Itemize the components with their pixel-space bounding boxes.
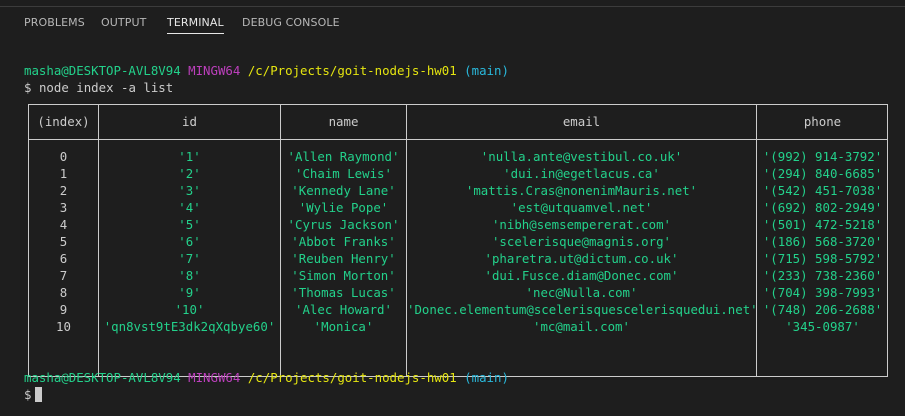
table-cell-name: 'Allen Raymond' [287,149,400,164]
tab-terminal[interactable]: TERMINAL [167,16,224,34]
prompt-host: MINGW64 [188,63,241,78]
table-cell-name: 'Reuben Henry' [291,251,396,266]
table-cell-index: 6 [59,251,68,266]
column-index: 0 1 2 3 4 5 6 7 8 9 10 [29,148,98,335]
table-cell-email: 'Donec.elementum@scelerisquescelerisqued… [407,302,758,317]
table-cell-phone: '345-0987' [785,319,860,334]
table-cell-id: '1' [178,149,201,164]
tab-output[interactable]: OUTPUT [101,16,146,29]
column-name: 'Allen Raymond' 'Chaim Lewis' 'Kennedy Lan… [281,148,406,335]
table-cell-phone: '(233) 738-2360' [762,268,883,283]
header-index: (index) [37,114,90,129]
panel-tab-bar: PROBLEMS OUTPUT TERMINAL DEBUG CONSOLE [0,6,905,36]
table-cell-email: 'scelerisque@magnis.org' [491,234,672,249]
header-id: id [182,114,197,129]
table-cell-name: 'Simon Morton' [291,268,396,283]
table-cell-email: 'mc@mail.com' [533,319,630,334]
table-cell-id: '5' [178,217,201,232]
table-cell-email: 'mattis.Cras@nonenimMauris.net' [465,183,698,198]
table-cell-id: '2' [178,166,201,181]
table-cell-phone: '(542) 451-7038' [762,183,883,198]
table-cell-name: 'Thomas Lucas' [291,285,396,300]
prompt-symbol: $ [24,80,32,95]
prompt-user: masha@DESKTOP-AVL8V94 [24,370,181,385]
console-table: (index) id name email phone 0 1 2 3 4 5 6 7 8 9 10… [28,104,888,377]
table-cell-id: '7' [178,251,201,266]
terminal-cursor [35,387,43,402]
prompt-branch: (main) [464,370,509,385]
table-cell-phone: '(748) 206-2688' [762,302,883,317]
table-cell-name: 'Cyrus Jackson' [287,217,400,232]
column-id: '1' '2' '3' '4' '5' '6' '7' '8' '9' '10' 'qn8vst9t… [99,148,280,335]
table-cell-id: '4' [178,200,201,215]
table-cell-name: 'Abbot Franks' [291,234,396,249]
table-cell-name: 'Kennedy Lane' [291,183,396,198]
column-phone: '(992) 914-3792' '(294) 840-6685' '(542) 4… [757,148,888,335]
table-cell-email: 'nec@Nulla.com' [525,285,638,300]
table-cell-index: 10 [56,319,71,334]
table-cell-phone: '(501) 472-5218' [762,217,883,232]
table-cell-phone: '(992) 914-3792' [762,149,883,164]
table-cell-index: 1 [59,166,68,181]
table-cell-email: 'nulla.ante@vestibul.co.uk' [480,149,683,164]
command-text: node index -a list [38,80,174,95]
terminal-output[interactable]: masha@DESKTOP-AVL8V94 MINGW64 /c/Project… [0,36,905,416]
prompt-host: MINGW64 [188,370,241,385]
table-cell-name: 'Monica' [313,319,374,334]
header-name: name [328,114,359,129]
header-phone: phone [803,114,842,129]
table-cell-phone: '(715) 598-5792' [762,251,883,266]
table-cell-index: 9 [59,302,68,317]
table-cell-index: 8 [59,285,68,300]
input-line[interactable]: $ [24,386,43,403]
table-cell-id: '3' [178,183,201,198]
column-email: 'nulla.ante@vestibul.co.uk' 'dui.in@egetl… [407,148,758,335]
table-cell-phone: '(186) 568-3720' [762,234,883,249]
table-cell-index: 2 [59,183,68,198]
prompt-path: /c/Projects/goit-nodejs-hw01 [247,63,457,78]
prompt-branch: (main) [464,63,509,78]
table-cell-index: 3 [59,200,68,215]
prompt-symbol: $ [24,387,32,402]
prompt-path: /c/Projects/goit-nodejs-hw01 [247,370,457,385]
table-cell-name: 'Chaim Lewis' [295,166,392,181]
tab-debug-console[interactable]: DEBUG CONSOLE [242,16,340,29]
table-cell-phone: '(704) 398-7993' [762,285,883,300]
table-cell-name: 'Alec Howard' [295,302,392,317]
prompt-line-2: masha@DESKTOP-AVL8V94 MINGW64 /c/Project… [24,369,509,386]
command-line: $ node index -a list [24,79,173,96]
table-cell-email: 'nibh@semsempererat.com' [491,217,672,232]
table-cell-id: '8' [178,268,201,283]
table-cell-index: 0 [59,149,68,164]
table-cell-index: 7 [59,268,68,283]
table-cell-email: 'pharetra.ut@dictum.co.uk' [484,251,679,266]
table-cell-email: 'dui.in@egetlacus.ca' [503,166,660,181]
table-cell-id: 'qn8vst9tE3dk2qXqbye60' [103,319,276,334]
prompt-line-1: masha@DESKTOP-AVL8V94 MINGW64 /c/Project… [24,62,509,79]
table-cell-phone: '(294) 840-6685' [762,166,883,181]
table-cell-email: 'dui.Fusce.diam@Donec.com' [484,268,679,283]
table-cell-id: '6' [178,234,201,249]
table-cell-id: '10' [174,302,205,317]
table-cell-id: '9' [178,285,201,300]
table-cell-email: 'est@utquamvel.net' [510,200,653,215]
table-cell-phone: '(692) 802-2949' [762,200,883,215]
tab-problems[interactable]: PROBLEMS [24,16,85,29]
header-email: email [562,114,601,129]
table-cell-index: 5 [59,234,68,249]
table-cell-name: 'Wylie Pope' [298,200,389,215]
prompt-user: masha@DESKTOP-AVL8V94 [24,63,181,78]
table-cell-index: 4 [59,217,68,232]
